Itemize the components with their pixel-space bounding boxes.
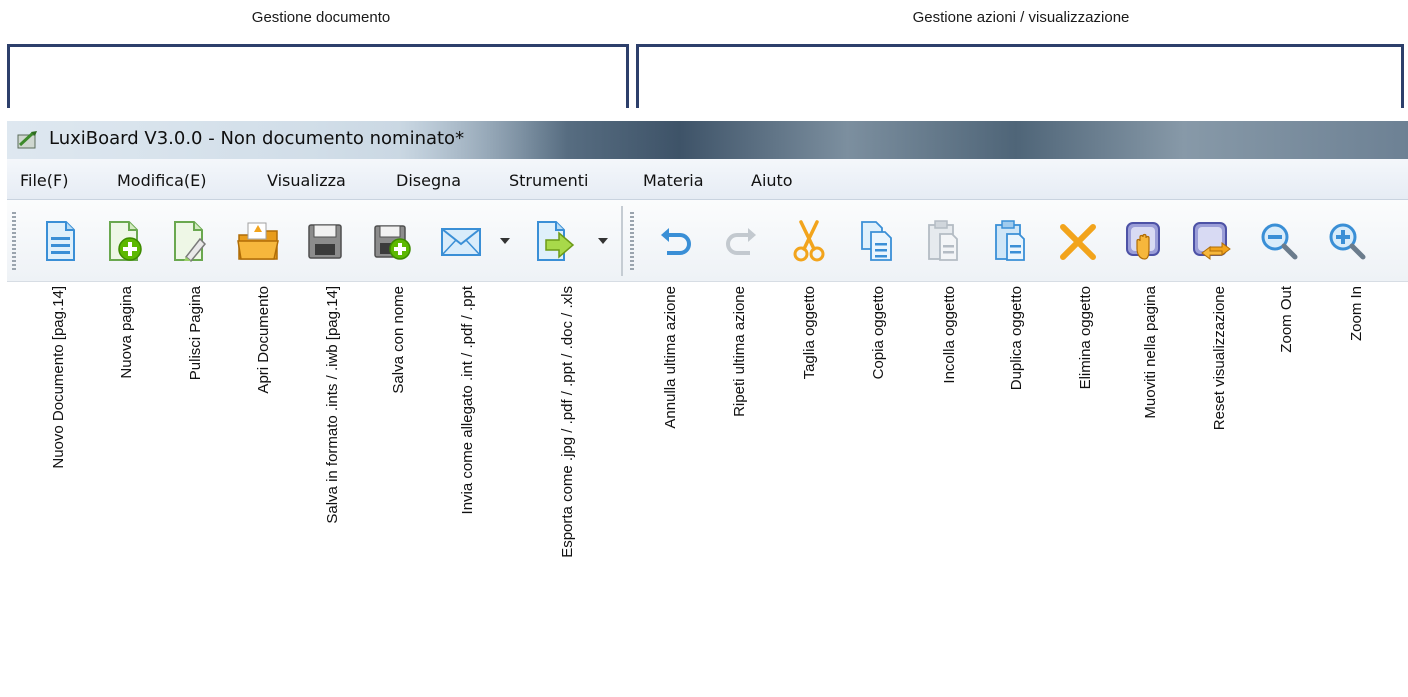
redo-button[interactable] xyxy=(720,219,764,263)
open-folder-icon xyxy=(237,222,279,260)
reset-view-button[interactable] xyxy=(1190,219,1234,263)
group-title-document: Gestione documento xyxy=(251,9,391,26)
hand-pan-icon xyxy=(1126,222,1160,260)
menu-disegna[interactable]: Disegna xyxy=(396,171,461,190)
reset-view-icon xyxy=(1193,222,1231,260)
label-zoom-out: Zoom Out xyxy=(1278,286,1295,353)
bracket-actions xyxy=(636,44,1404,108)
new-page-icon xyxy=(109,221,142,261)
export-icon xyxy=(537,221,575,261)
window-titlebar[interactable]: LuxiBoard V3.0.0 - Non documento nominat… xyxy=(7,121,1408,159)
toolbar xyxy=(7,200,1408,282)
label-duplicate: Duplica oggetto xyxy=(1008,286,1025,391)
scissors-icon xyxy=(793,220,825,262)
label-pan: Muoviti nella pagina xyxy=(1142,286,1159,419)
export-dropdown-arrow[interactable] xyxy=(598,238,608,244)
new-page-button[interactable] xyxy=(103,219,147,263)
menu-modifica[interactable]: Modifica(E) xyxy=(117,171,206,190)
toolbar-grip-right[interactable] xyxy=(630,212,634,270)
group-title-actions: Gestione azioni / visualizzazione xyxy=(912,9,1130,26)
toolbar-separator xyxy=(621,206,623,276)
undo-icon xyxy=(661,228,691,255)
label-clear-page: Pulisci Pagina xyxy=(187,286,204,381)
undo-button[interactable] xyxy=(653,219,697,263)
bracket-document xyxy=(7,44,629,108)
label-open-document: Apri Documento xyxy=(255,286,272,394)
cut-button[interactable] xyxy=(787,219,831,263)
label-save: Salva in formato .ints / .iwb [pag.14] xyxy=(324,286,341,524)
copy-button[interactable] xyxy=(854,219,898,263)
label-redo: Ripeti ultima azione xyxy=(731,286,748,417)
copy-icon xyxy=(861,221,892,261)
delete-x-icon xyxy=(1060,224,1096,260)
label-export: Esporta come .jpg / .pdf / .ppt / .doc /… xyxy=(559,286,576,558)
label-new-page: Nuova pagina xyxy=(118,286,135,379)
clear-page-button[interactable] xyxy=(168,219,212,263)
duplicate-button[interactable] xyxy=(988,219,1032,263)
app-icon xyxy=(17,131,37,149)
menu-file[interactable]: File(F) xyxy=(20,171,68,190)
label-save-as: Salva con nome xyxy=(390,286,407,394)
menu-strumenti[interactable]: Strumenti xyxy=(509,171,588,190)
send-attachment-dropdown-arrow[interactable] xyxy=(500,238,510,244)
save-icon xyxy=(308,224,342,259)
mail-icon xyxy=(441,228,481,256)
label-paste: Incolla oggetto xyxy=(941,286,958,384)
label-reset-view: Reset visualizzazione xyxy=(1211,286,1228,431)
menu-bar: File(F) Modifica(E) Visualizza Disegna S… xyxy=(7,159,1408,200)
new-document-button[interactable] xyxy=(38,219,82,263)
zoom-in-icon xyxy=(1329,223,1366,260)
paste-icon xyxy=(928,220,958,261)
delete-button[interactable] xyxy=(1056,219,1100,263)
save-as-button[interactable] xyxy=(370,219,414,263)
label-new-document: Nuovo Documento [pag.14] xyxy=(50,286,67,469)
label-copy: Copia oggetto xyxy=(870,286,887,380)
send-attachment-button[interactable] xyxy=(439,219,483,263)
menu-materia[interactable]: Materia xyxy=(643,171,704,190)
open-document-button[interactable] xyxy=(236,219,280,263)
toolbar-grip-left[interactable] xyxy=(12,212,16,270)
label-delete: Elimina oggetto xyxy=(1077,286,1094,390)
new-document-icon xyxy=(46,221,75,261)
save-button[interactable] xyxy=(303,219,347,263)
menu-visualizza[interactable]: Visualizza xyxy=(267,171,346,190)
export-button[interactable] xyxy=(532,219,576,263)
paste-button[interactable] xyxy=(921,219,965,263)
label-zoom-in: Zoom In xyxy=(1348,286,1365,342)
menu-aiuto[interactable]: Aiuto xyxy=(751,171,793,190)
save-as-icon xyxy=(374,225,411,260)
pan-button[interactable] xyxy=(1123,219,1167,263)
zoom-out-button[interactable] xyxy=(1257,219,1301,263)
redo-icon xyxy=(726,228,756,255)
zoom-in-button[interactable] xyxy=(1325,219,1369,263)
duplicate-icon xyxy=(995,220,1025,261)
zoom-out-icon xyxy=(1261,223,1298,260)
label-undo: Annulla ultima azione xyxy=(662,286,679,429)
label-cut: Taglia oggetto xyxy=(801,286,818,380)
clear-page-icon xyxy=(174,221,207,263)
window-title: LuxiBoard V3.0.0 - Non documento nominat… xyxy=(49,128,465,149)
label-send-attachment: Invia come allegato .int / .pdf / .ppt xyxy=(459,286,476,515)
